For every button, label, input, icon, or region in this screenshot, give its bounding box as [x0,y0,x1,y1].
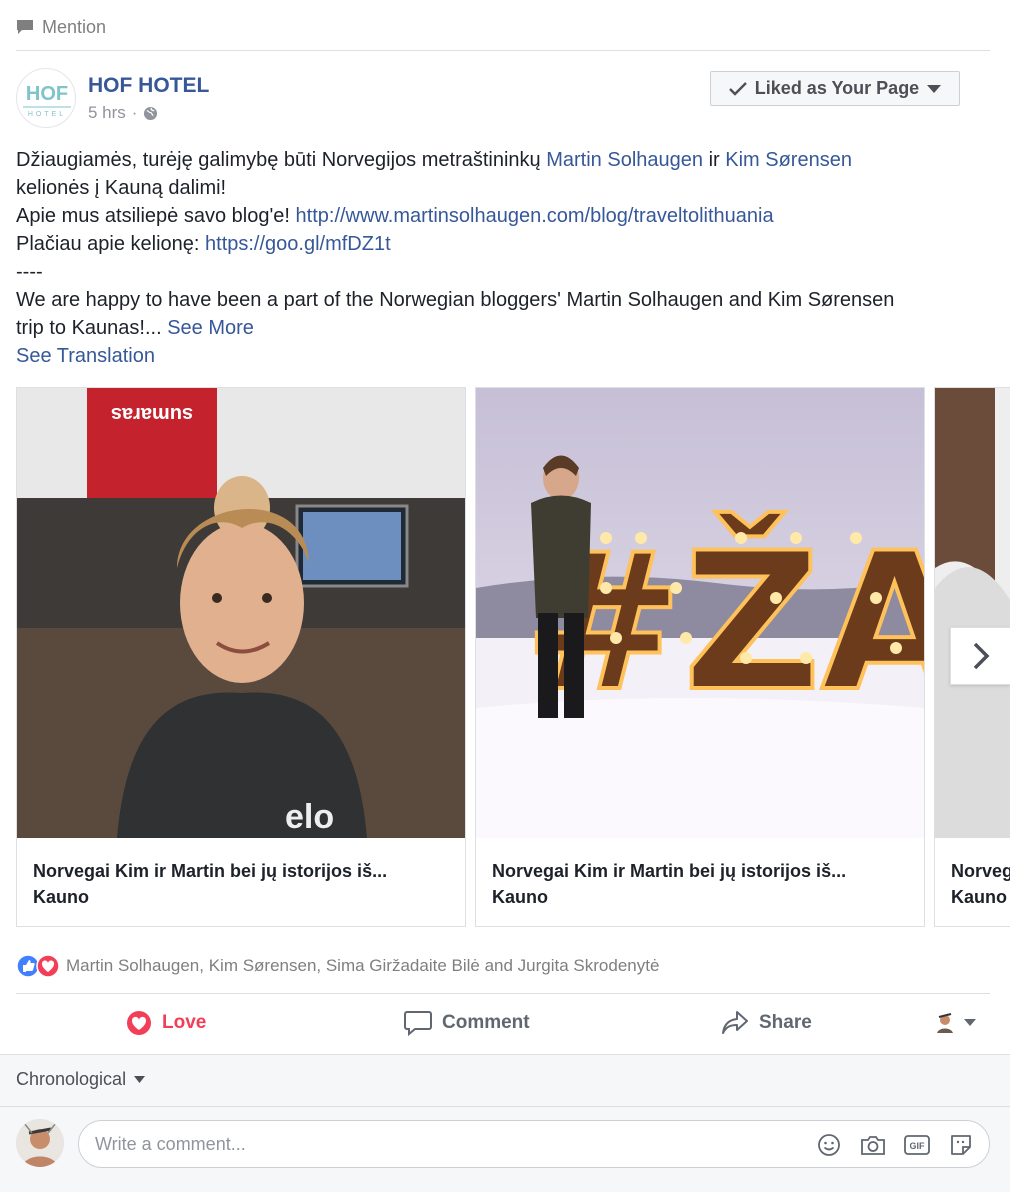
user-avatar-small [934,1012,956,1034]
chevron-right-icon [973,642,989,670]
time-separator: · [131,103,138,122]
reaction-icons [16,954,60,978]
post-body: Džiaugiamės, turėję galimybę būti Norveg… [16,146,996,370]
carousel-card[interactable]: #ŽA Norvegai Kim ir Martin bei jų istori… [475,387,925,927]
love-button[interactable]: Love [126,1000,206,1046]
comment-label: Comment [442,1012,530,1033]
post-line-3: Apie mus atsiliepė savo blog'e! http://w… [16,202,996,230]
share-button[interactable]: Share [721,1000,812,1046]
divider [0,1106,1010,1107]
comment-button[interactable]: Comment [404,1000,530,1046]
text-segment: Džiaugiamės, turėję galimybę būti Norveg… [16,149,547,171]
svg-text:elo: elo [285,798,334,836]
comments-area: Chronological GIF [0,1054,1010,1192]
post-line-2: kelionės į Kauną dalimi! [16,177,227,199]
camera-icon [861,1136,885,1155]
comment-composer[interactable]: GIF [78,1120,990,1168]
emoji-icon [818,1134,840,1156]
photo-button[interactable] [859,1131,887,1159]
liked-as-page-button[interactable]: Liked as Your Page [710,71,960,106]
page-avatar[interactable]: HOF HOTEL [16,68,76,128]
globe-icon [144,106,158,120]
card-title: Norveg [951,861,1010,881]
post-line-5: ---- [16,261,43,283]
short-link[interactable]: https://goo.gl/mfDZ1t [205,233,391,255]
caret-down-icon [134,1076,146,1083]
emoji-button[interactable] [815,1131,843,1159]
tag-kim-sorensen[interactable]: Kim Sørensen [725,149,852,171]
mention-label: Mention [42,16,107,37]
comment-sort-dropdown[interactable]: Chronological [16,1069,146,1090]
comment-bubble-icon [17,20,33,34]
post-time[interactable]: 5 hrs · [88,103,158,123]
card-subtitle: Kauno [951,887,1007,907]
shirt-text: sumaras [111,403,193,425]
share-label: Share [759,1012,812,1033]
divider [16,993,990,994]
post-actions: Love Comment Share [16,1000,990,1046]
heart-icon [127,1011,151,1035]
text-segment: trip to Kaunas!... [16,317,168,339]
card-caption[interactable]: Norvegai Kim ir Martin bei jų istorijos … [492,858,902,910]
sticker-button[interactable] [947,1131,975,1159]
post-line-6: We are happy to have been a part of the … [16,289,895,311]
card-title: Norvegai Kim ir Martin bei jų istorijos … [492,861,847,881]
card-title: Norvegai Kim ir Martin bei jų istorijos … [33,861,388,881]
post-as-selector[interactable] [934,1011,976,1035]
card-caption[interactable]: Norvegai Kim ir Martin bei jų istorijos … [33,858,443,910]
post-header: HOF HOTEL HOF HOTEL 5 hrs · Liked as You… [16,68,990,132]
checkmark-icon [728,81,747,96]
hof-logo: HOF HOTEL [23,83,71,118]
liked-as-page-label: Liked as Your Page [754,78,920,98]
comment-tools: GIF [815,1131,975,1159]
see-translation-link[interactable]: See Translation [16,342,996,370]
commenter-avatar [16,1119,64,1167]
carousel: sumaras elo Norvegai Kim ir Martin bei j… [16,387,1010,927]
card-photo-sign[interactable]: #ŽA [476,388,924,838]
post-line-1: Džiaugiamės, turėję galimybę būti Norveg… [16,146,996,174]
logo-text: HOF [26,83,68,105]
card-caption[interactable]: Norveg Kauno [951,858,1010,910]
reactions-summary[interactable]: Martin Solhaugen, Kim Sørensen, Sima Gir… [16,954,659,978]
card-subtitle: Kauno [492,887,548,907]
card-photo-snow[interactable] [935,388,1010,838]
share-icon [722,1011,748,1034]
page-name-link[interactable]: HOF HOTEL [88,74,209,98]
see-more-link[interactable]: See More [167,317,254,339]
comment-input[interactable] [95,1121,795,1167]
caret-down-icon [964,1019,976,1026]
gif-button[interactable]: GIF [903,1131,931,1159]
text-segment: ir [703,149,726,171]
blog-link[interactable]: http://www.martinsolhaugen.com/blog/trav… [296,205,774,227]
card-photo-barbershop[interactable]: sumaras elo [17,388,465,838]
post-line-7: trip to Kaunas!... See More [16,314,996,342]
carousel-next-button[interactable] [950,627,1010,685]
reaction-names[interactable]: Martin Solhaugen, Kim Sørensen, Sima Gir… [66,956,659,976]
post-time-text[interactable]: 5 hrs [88,103,126,123]
text-segment: Apie mus atsiliepė savo blog'e! [16,205,296,227]
svg-text:GIF: GIF [910,1141,926,1151]
post-line-4: Plačiau apie kelionę: https://goo.gl/mfD… [16,230,996,258]
carousel-card[interactable]: sumaras elo Norvegai Kim ir Martin bei j… [16,387,466,927]
divider [16,50,990,51]
logo-subtext: HOTEL [28,111,66,118]
caret-down-icon [927,84,942,93]
tag-martin-solhaugen[interactable]: Martin Solhaugen [546,149,703,171]
comment-sort-label: Chronological [16,1069,127,1089]
gif-icon: GIF [904,1135,930,1155]
love-label: Love [162,1012,207,1033]
mention-bar: Mention [16,14,106,40]
text-segment: Plačiau apie kelionę: [16,233,206,255]
comment-icon [404,1011,432,1036]
sticker-icon [951,1135,971,1155]
card-subtitle: Kauno [33,887,89,907]
love-reaction-icon [36,954,60,978]
